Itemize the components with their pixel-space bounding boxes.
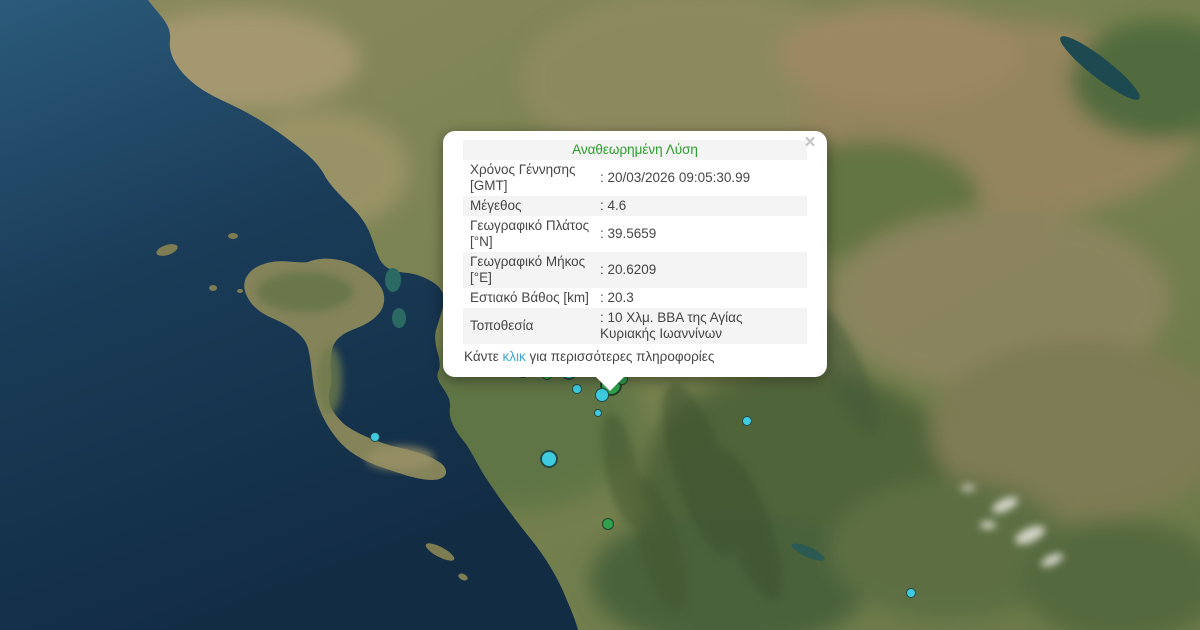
popup-footer: Κάντε κλικ για περισσότερες πληροφορίες (463, 349, 807, 365)
earthquake-marker[interactable] (906, 588, 916, 598)
close-icon[interactable]: × (801, 134, 819, 152)
popup-tail (595, 376, 625, 391)
row-value: : 20/03/2026 09:05:30.99 (593, 170, 800, 186)
earthquake-marker[interactable] (370, 432, 380, 442)
popup-row: Γεωγραφικό Πλάτος [°N]: 39.5659 (463, 216, 807, 252)
row-value: : 4.6 (593, 198, 800, 214)
popup-row: Μέγεθος: 4.6 (463, 196, 807, 216)
row-value: : 10 Χλμ. ΒΒΑ της Αγίας Κυριακής Ιωαννίν… (593, 310, 800, 342)
popup-title: Αναθεωρημένη Λύση (470, 142, 800, 158)
earthquake-map-app: × Αναθεωρημένη Λύση Χρόνος Γέννησης [GMT… (0, 0, 1200, 630)
popup-row: Γεωγραφικό Μήκος [°E]: 20.6209 (463, 252, 807, 288)
row-label: Χρόνος Γέννησης [GMT] (470, 162, 593, 194)
row-label: Τοποθεσία (470, 318, 593, 334)
popup-title-row: Αναθεωρημένη Λύση (463, 140, 807, 160)
earthquake-marker[interactable] (572, 384, 582, 394)
popup-row: Τοποθεσία: 10 Χλμ. ΒΒΑ της Αγίας Κυριακή… (463, 308, 807, 344)
row-value: : 20.6209 (593, 262, 800, 278)
earthquake-marker[interactable] (594, 409, 602, 417)
popup-row: Εστιακό Βάθος [km]: 20.3 (463, 288, 807, 308)
popup-table: Αναθεωρημένη Λύση Χρόνος Γέννησης [GMT]:… (463, 140, 807, 344)
earthquake-marker[interactable] (602, 518, 614, 530)
earthquake-marker[interactable] (540, 450, 558, 468)
row-value: : 39.5659 (593, 226, 800, 242)
footer-text-prefix: Κάντε (464, 349, 503, 364)
row-label: Γεωγραφικό Πλάτος [°N] (470, 218, 593, 250)
earthquake-popup: × Αναθεωρημένη Λύση Χρόνος Γέννησης [GMT… (443, 131, 827, 377)
row-label: Γεωγραφικό Μήκος [°E] (470, 254, 593, 286)
popup-row: Χρόνος Γέννησης [GMT]: 20/03/2026 09:05:… (463, 160, 807, 196)
row-label: Εστιακό Βάθος [km] (470, 290, 593, 306)
earthquake-marker[interactable] (742, 416, 752, 426)
row-label: Μέγεθος (470, 198, 593, 214)
more-info-link[interactable]: κλικ (503, 349, 526, 364)
row-value: : 20.3 (593, 290, 800, 306)
footer-text-suffix: για περισσότερες πληροφορίες (526, 349, 715, 364)
